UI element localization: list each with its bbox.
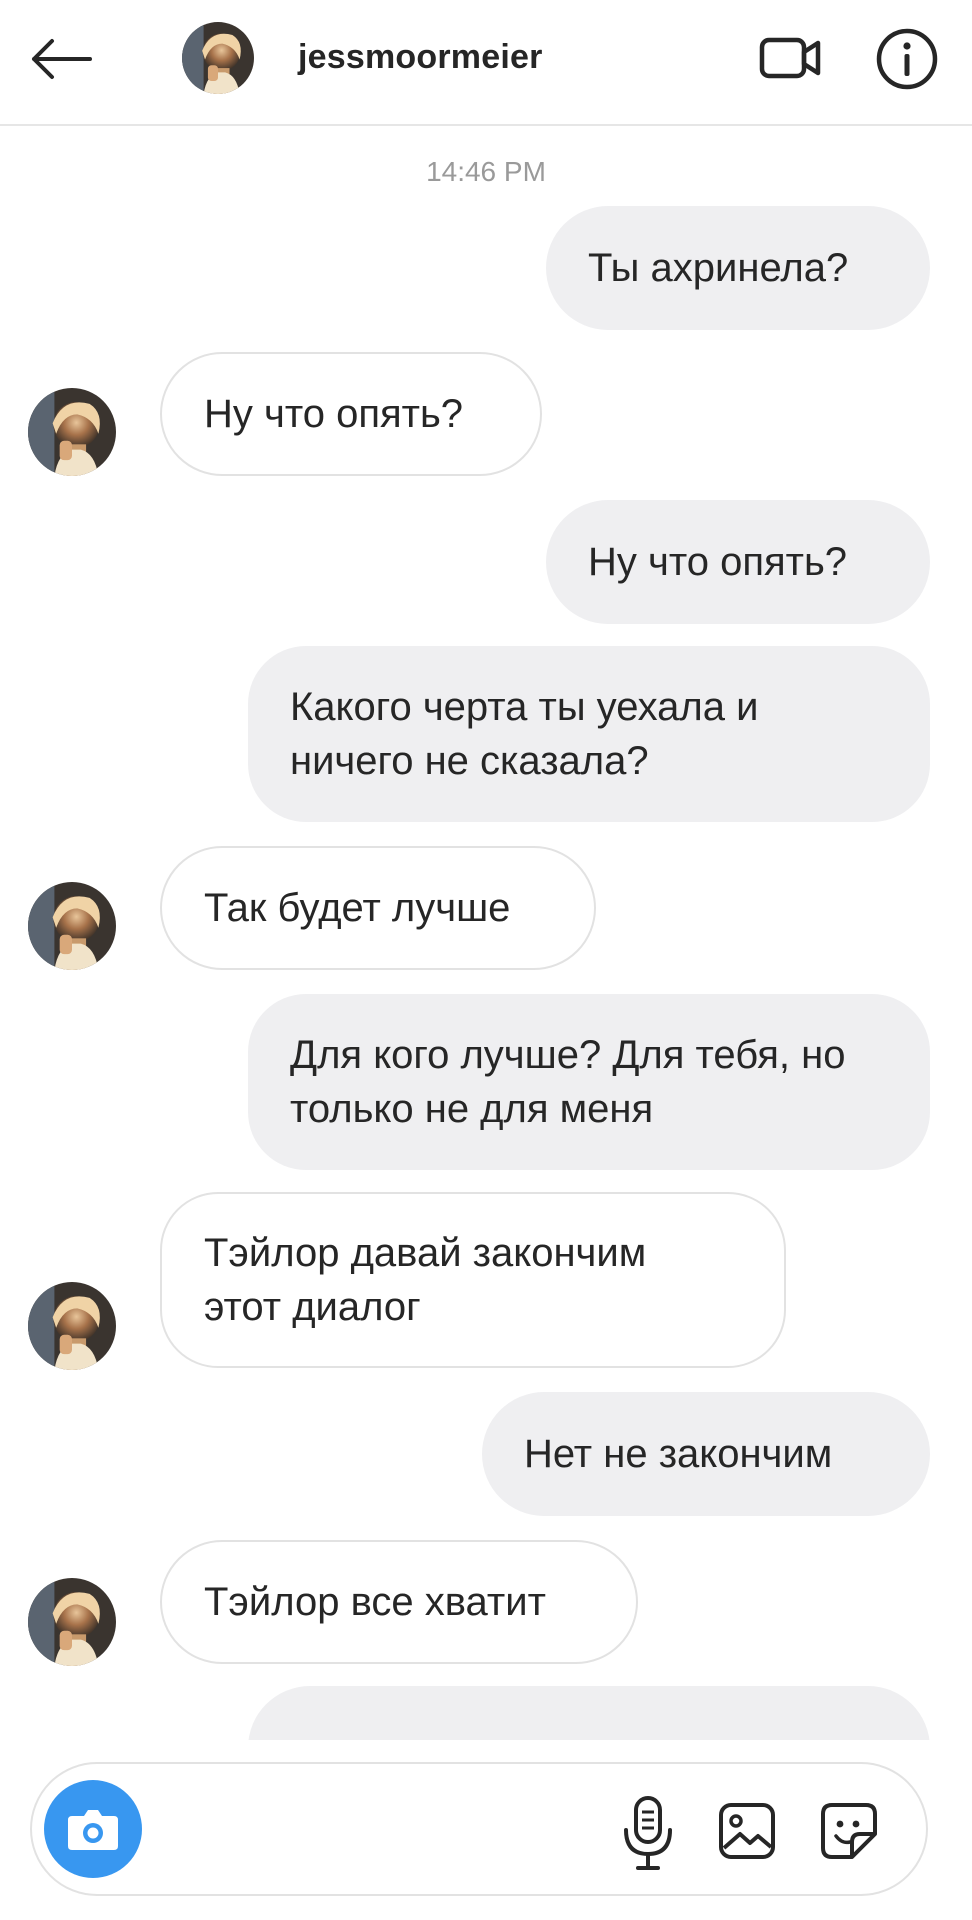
sent-message[interactable]: Ты ахринела? [546, 206, 930, 330]
back-arrow-icon [32, 39, 92, 79]
sent-message[interactable]: Ну что опять? [546, 500, 930, 624]
chat-header: jessmoormeier [0, 0, 972, 126]
contact-username[interactable]: jessmoormeier [298, 38, 543, 77]
received-message[interactable]: Ну что опять? [160, 352, 542, 476]
message-text: Так будет лучше [204, 886, 511, 930]
sticker-icon [821, 1803, 877, 1859]
contact-avatar[interactable] [182, 22, 254, 94]
received-message[interactable]: Так будет лучше [160, 846, 596, 970]
message-composer[interactable] [30, 1762, 928, 1896]
video-call-button[interactable] [758, 30, 824, 86]
info-icon [876, 28, 938, 90]
received-message[interactable]: Тэйлор давай закончим этот диалог [160, 1192, 786, 1368]
gallery-icon [719, 1803, 775, 1859]
message-text: Ну что опять? [588, 540, 848, 584]
sticker-button[interactable] [818, 1800, 880, 1862]
camera-icon [68, 1810, 118, 1850]
microphone-button[interactable] [618, 1794, 678, 1874]
camera-button[interactable] [44, 1780, 142, 1878]
sender-avatar[interactable] [28, 882, 116, 970]
message-text: Ну что опять? [204, 392, 464, 436]
sent-message[interactable]: Нет не закончим [482, 1392, 930, 1516]
sender-avatar[interactable] [28, 1578, 116, 1666]
message-text: Нет не закончим [524, 1432, 833, 1476]
message-text: Тэйлор все хватит [204, 1580, 546, 1624]
message-text: Тэйлор давай закончим этот диалог [204, 1231, 647, 1329]
microphone-icon [624, 1796, 672, 1870]
received-message[interactable]: Тэйлор все хватит [160, 1540, 638, 1664]
sent-message[interactable]: Какого черта ты уехала и ничего не сказа… [248, 646, 930, 822]
sent-message[interactable]: Для кого лучше? Для тебя, но только не д… [248, 994, 930, 1170]
gallery-button[interactable] [716, 1800, 778, 1862]
sender-avatar[interactable] [28, 388, 116, 476]
video-call-icon [759, 37, 821, 79]
message-text: Какого черта ты уехала и ничего не сказа… [290, 685, 759, 783]
message-timestamp: 14:46 PM [426, 156, 546, 187]
sender-avatar[interactable] [28, 1282, 116, 1370]
message-text: Ты ахринела? [588, 246, 849, 290]
message-text: Для кого лучше? Для тебя, но только не д… [290, 1033, 846, 1131]
back-button[interactable] [26, 34, 96, 84]
info-button[interactable] [874, 26, 940, 92]
